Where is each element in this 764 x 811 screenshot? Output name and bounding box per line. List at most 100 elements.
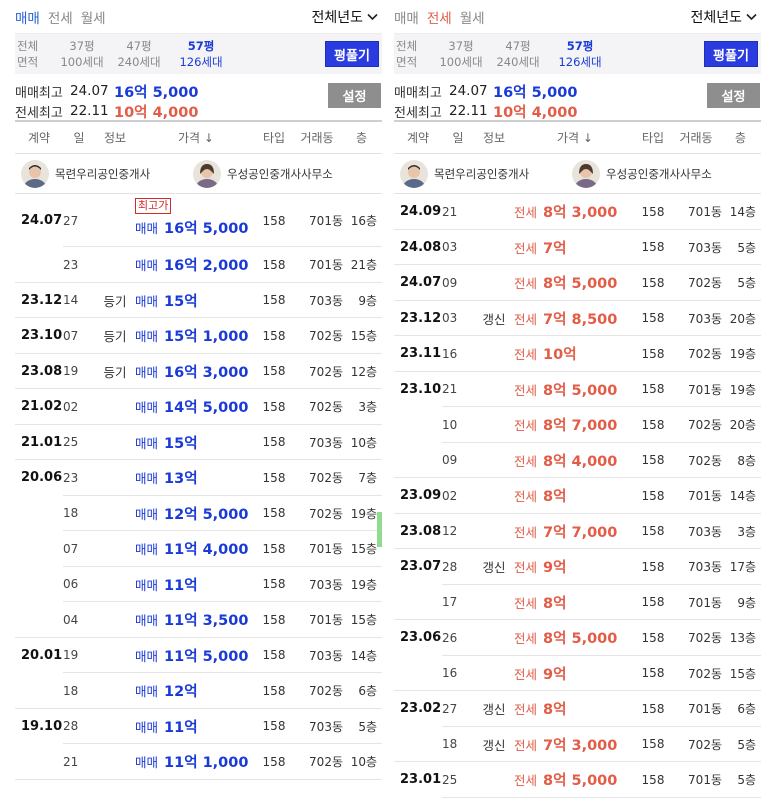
table-row[interactable]: 23.08 12 전세 7억 7,000 158 703동 3층 [394,514,761,549]
row-price-value: 15억 [164,435,198,452]
scroll-indicator[interactable] [377,512,382,547]
table-row[interactable]: 23.12 03 갱신 전세 7억 8,500 158 703동 20층 [394,301,761,336]
table-row[interactable]: 20.01 19 매매 11억 5,000 158 703동 14층 [15,638,382,673]
column-header-price[interactable]: 가격 ↓ [135,129,257,146]
row-price: 전세 8억 [514,485,636,506]
table-row[interactable]: 24.08 03 전세 7억 158 703동 5층 [394,230,761,265]
table-row[interactable]: 24.09 21 전세 8억 3,000 158 701동 14층 [394,194,761,230]
row-type: 158 [641,275,665,290]
row-deal-kind: 전세 [514,347,538,363]
unfold-pyeong-button[interactable]: 평풀기 [325,41,379,67]
unfold-pyeong-button[interactable]: 평풀기 [704,41,758,67]
row-contract-month: 23.06 [400,630,442,646]
table-row[interactable]: 23.11 16 전세 10억 158 702동 19층 [394,336,761,372]
row-price: 매매 15억 [135,290,257,311]
table-row[interactable]: 18 매매 12억 158 702동 6층 [15,673,382,709]
tab-sale[interactable]: 매매 [15,7,40,27]
table-row[interactable]: 17 전세 8억 158 701동 9층 [394,585,761,620]
table-row[interactable]: 18 매매 12억 5,000 158 702동 19층 [15,496,382,531]
row-price: 매매 12억 5,000 [135,503,257,524]
max-price-summary: 매매최고 24.07 16억 5,000 전세최고 22.11 10억 4,000 설정 [15,74,382,122]
sale-max-label: 매매최고 [15,85,63,101]
table-row[interactable]: 07 매매 11억 4,000 158 701동 15층 [15,531,382,567]
row-dong: 703동 [309,577,343,592]
table-row[interactable]: 06 매매 11억 158 703동 19층 [15,567,382,602]
table-row[interactable]: 23.01 25 전세 8억 5,000 158 701동 5층 [394,762,761,798]
agent-link[interactable]: 목련우리공인중개사 [15,159,193,188]
table-row[interactable]: 21 매매 11억 1,000 158 702동 10층 [15,744,382,780]
row-floor: 10층 [350,435,377,450]
area-option[interactable]: 57평 126세대 [171,38,231,70]
table-row[interactable]: 19.10 28 매매 11억 158 703동 5층 [15,709,382,744]
area-option[interactable]: 37평 100세대 [436,38,486,70]
row-contract-month: 20.06 [21,470,63,486]
table-row[interactable]: 21.02 02 매매 14억 5,000 158 702동 3층 [15,389,382,425]
row-contract-month: 23.10 [21,328,63,344]
table-row[interactable]: 04 매매 11억 3,500 158 701동 15층 [15,602,382,638]
table-row[interactable]: 23.12 14 등기 매매 15억 158 703동 9층 [15,283,382,318]
agent-link[interactable]: 목련우리공인중개사 [394,159,572,188]
right-panel: 매매 전세 월세 전체년도 전체 면적 37평 100세대 47평 240세대 57평 126세대 평풀… [394,0,761,811]
row-contract-month: 23.12 [21,292,63,308]
row-type: 158 [641,346,665,361]
year-select[interactable]: 전체년도 [311,7,378,27]
tab-jeonse[interactable]: 전세 [48,7,73,27]
settings-button[interactable]: 설정 [328,83,381,108]
table-row[interactable]: 18 갱신 전세 7억 3,000 158 702동 5층 [394,727,761,762]
column-header-price[interactable]: 가격 ↓ [514,129,636,146]
row-dong: 702동 [688,453,722,468]
row-price: 전세 8억 [514,698,636,719]
area-option[interactable]: 47평 240세대 [488,38,548,70]
column-header-floor: 층 [734,131,747,145]
table-row[interactable]: 20.06 23 매매 13억 158 702동 7층 [15,460,382,496]
row-deal-kind: 전세 [514,524,538,540]
row-price: 최고가 매매 16억 5,000 [135,198,257,238]
area-option[interactable]: 57평 126세대 [550,38,610,70]
table-row[interactable]: 23.02 27 갱신 전세 8억 158 701동 6층 [394,691,761,727]
row-type: 158 [641,204,665,219]
row-price-value: 7억 3,000 [543,737,618,754]
chevron-down-icon [742,9,757,25]
row-price: 전세 8억 5,000 [514,627,636,648]
settings-button[interactable]: 설정 [707,83,760,108]
row-deal-kind: 매매 [135,329,159,345]
row-deal-kind: 전세 [514,666,538,682]
table-row[interactable]: 16 전세 9억 158 702동 15층 [394,656,761,691]
table-row[interactable]: 23.06 26 전세 8억 5,000 158 702동 13층 [394,620,761,656]
row-price-value: 12억 5,000 [164,506,249,523]
row-price-value: 11억 1,000 [164,755,249,772]
tab-monthly[interactable]: 월세 [460,7,485,27]
table-row[interactable]: 23.10 21 전세 8억 5,000 158 701동 19층 [394,372,761,407]
table-row[interactable]: 24.07 27 최고가 매매 16억 5,000 158 701동 16층 [15,194,382,247]
row-day: 02 [63,399,79,414]
row-floor: 20층 [729,418,756,433]
row-price: 매매 11억 3,500 [135,609,257,630]
row-floor: 5층 [737,240,756,255]
area-option[interactable]: 47평 240세대 [109,38,169,70]
table-row[interactable]: 23.08 19 등기 매매 16억 3,000 158 702동 12층 [15,354,382,389]
table-row[interactable]: 23 매매 16억 2,000 158 701동 21층 [15,247,382,283]
row-divider [15,778,382,780]
area-option[interactable]: 37평 100세대 [57,38,107,70]
jeonse-max-price: 10억 4,000 [114,104,199,121]
tab-sale[interactable]: 매매 [394,7,419,27]
table-row[interactable]: 21.01 25 매매 15억 158 703동 10층 [15,425,382,460]
tab-jeonse[interactable]: 전세 [427,7,452,27]
row-price: 전세 7억 [514,237,636,258]
row-contract-month: 23.12 [400,310,442,326]
tab-monthly[interactable]: 월세 [81,7,106,27]
table-row[interactable]: 23.09 02 전세 8억 158 701동 14층 [394,478,761,514]
agent-link[interactable]: 우성공인중개사사무소 [572,159,712,188]
table-row[interactable]: 24.07 09 전세 8억 5,000 158 702동 5층 [394,265,761,301]
table-row[interactable]: 09 전세 8억 4,000 158 702동 8층 [394,443,761,478]
agent-link[interactable]: 우성공인중개사사무소 [193,159,333,188]
row-floor: 15층 [350,542,377,557]
row-day: 28 [63,719,79,734]
row-floor: 15층 [350,329,377,344]
row-price-value: 8억 [543,702,567,719]
table-row[interactable]: 10 전세 8억 7,000 158 702동 20층 [394,407,761,443]
table-row[interactable]: 23.10 07 등기 매매 15억 1,000 158 702동 15층 [15,318,382,354]
avatar [193,159,221,188]
table-row[interactable]: 23.07 28 갱신 전세 9억 158 703동 17층 [394,549,761,585]
year-select[interactable]: 전체년도 [690,7,757,27]
